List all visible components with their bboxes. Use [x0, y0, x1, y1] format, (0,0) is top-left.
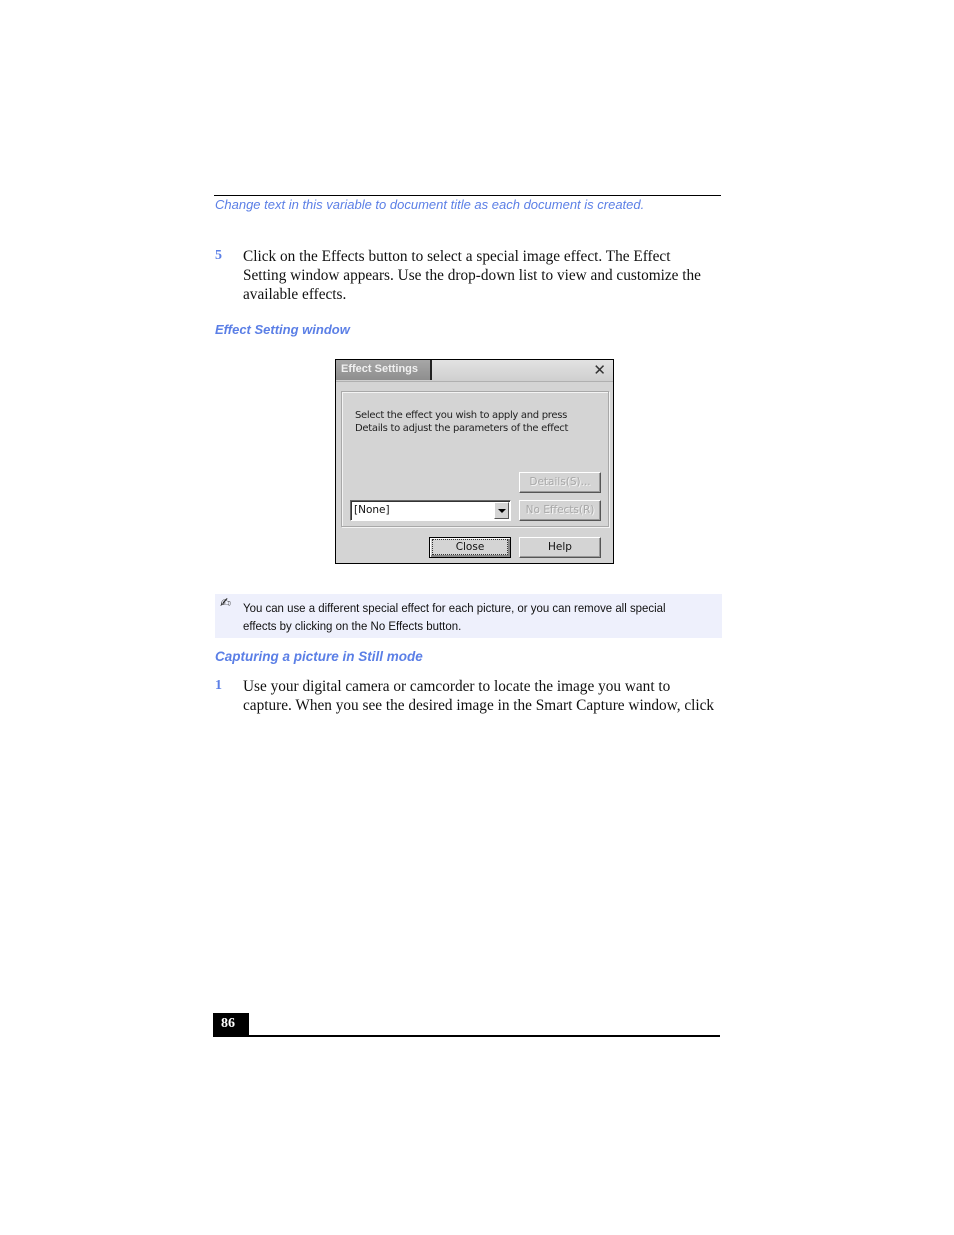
instruction-line: Select the effect you wish to apply and … [355, 410, 568, 421]
instruction-line: Details to adjust the parameters of the … [355, 423, 569, 434]
note-box: ✍ You can use a different special effect… [215, 594, 722, 638]
section-heading: Capturing a picture in Still mode [215, 649, 423, 664]
step-text-line: Setting window appears. Use the drop-dow… [243, 267, 701, 284]
close-button-label: Close [431, 539, 509, 555]
step-text: Use your digital camera or camcorder to … [243, 677, 714, 715]
effect-select[interactable]: [None] [350, 500, 511, 521]
instructions-text: Select the effect you wish to apply and … [355, 409, 568, 435]
dialog-title: Effect Settings [341, 363, 419, 375]
details-button[interactable]: Details(S)... [519, 472, 601, 493]
help-button[interactable]: Help [519, 537, 601, 558]
page-number-box: 86 [213, 1013, 249, 1037]
footer-rule [213, 1035, 720, 1037]
note-pencil-icon: ✍ [220, 596, 231, 611]
dialog-titlebar[interactable]: Effect Settings ✕ [336, 360, 613, 382]
header-rule [214, 195, 721, 196]
title-tab: Effect Settings [336, 360, 432, 380]
step-text-line: Use your digital camera or camcorder to … [243, 678, 671, 695]
step-text-line: capture. When you see the desired image … [243, 697, 715, 714]
figure-caption: Effect Setting window [215, 322, 350, 337]
step-text-line: Click on the Effects button to select a … [243, 248, 671, 265]
page-number: 86 [221, 1016, 235, 1031]
chevron-down-icon[interactable] [494, 502, 509, 519]
close-icon[interactable]: ✕ [593, 361, 606, 379]
step-text: Click on the Effects button to select a … [243, 247, 701, 304]
document-title: Change text in this variable to document… [215, 197, 645, 212]
effect-select-value: [None] [354, 504, 390, 516]
effect-settings-dialog: Effect Settings ✕ Select the effect you … [335, 359, 614, 564]
step-number: 5 [215, 248, 222, 263]
step-text-line: available effects. [243, 286, 347, 303]
close-button[interactable]: Close [429, 537, 511, 558]
no-effects-button[interactable]: No Effects(R) [519, 500, 601, 521]
step-number: 1 [215, 678, 222, 693]
note-text: You can use a different special effect f… [243, 601, 666, 633]
